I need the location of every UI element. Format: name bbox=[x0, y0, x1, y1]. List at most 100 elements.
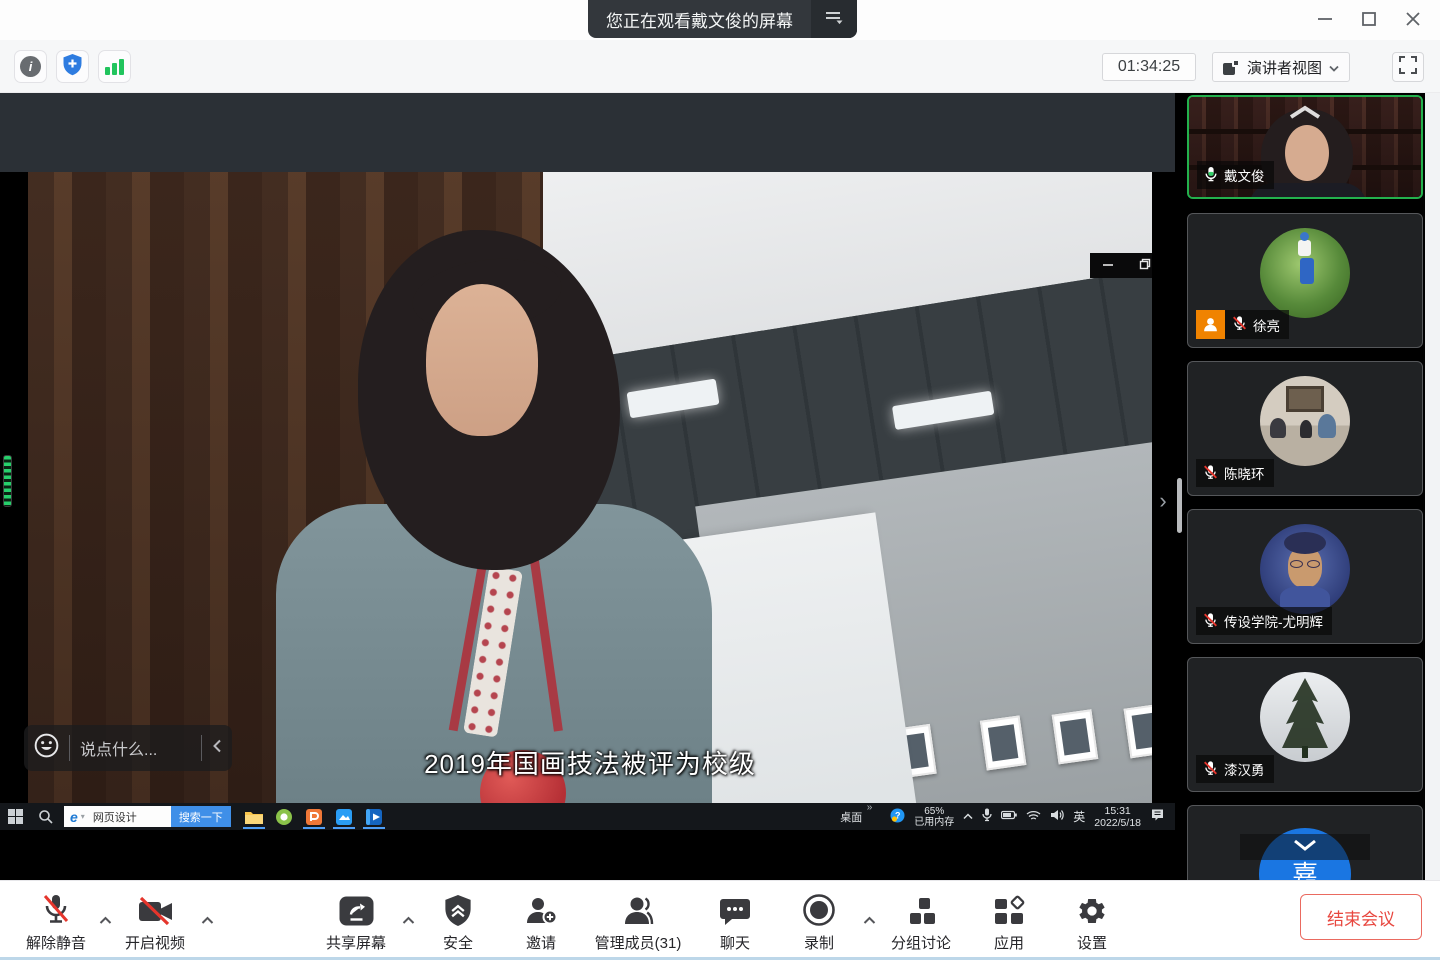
video-options-chevron[interactable] bbox=[199, 913, 215, 927]
chat-input[interactable]: 说点什么... bbox=[80, 736, 191, 760]
ie-icon: e bbox=[64, 809, 81, 825]
watching-banner: 您正在观看戴文俊的屏幕 bbox=[588, 0, 857, 38]
avatar bbox=[1260, 524, 1350, 614]
meeting-window: 您正在观看戴文俊的屏幕 i bbox=[0, 0, 1440, 960]
memory-usage: 65%已用内存 bbox=[914, 806, 954, 828]
tray-speaker-icon bbox=[1050, 809, 1064, 824]
camera-muted-icon bbox=[137, 891, 174, 927]
bottom-toolbar: 解除静音 开启视频 共享屏幕 安全 bbox=[0, 880, 1440, 957]
close-icon bbox=[1405, 11, 1421, 32]
breakout-rooms-button[interactable]: 分组讨论 bbox=[879, 891, 963, 953]
security-button[interactable]: 安全 bbox=[426, 891, 490, 953]
tray-battery-icon bbox=[1001, 810, 1017, 823]
participant-tile-qihanyong[interactable]: 漆汉勇 bbox=[1187, 657, 1423, 792]
divider bbox=[69, 735, 70, 761]
settings-button[interactable]: 设置 bbox=[1060, 891, 1124, 953]
window-minimize-button[interactable] bbox=[1310, 8, 1340, 34]
avatar bbox=[1260, 376, 1350, 466]
emoji-icon[interactable] bbox=[34, 733, 59, 763]
avatar bbox=[1260, 228, 1350, 318]
share-menu-icon bbox=[824, 8, 844, 30]
sidebar-scrollbar-thumb[interactable] bbox=[1177, 478, 1182, 533]
end-meeting-button[interactable]: 结束会议 bbox=[1300, 894, 1422, 940]
participant-name: 徐亮 bbox=[1253, 315, 1280, 335]
record-icon bbox=[802, 891, 836, 927]
view-mode-label: 演讲者视图 bbox=[1247, 57, 1322, 78]
participant-name: 戴文俊 bbox=[1224, 165, 1265, 185]
shield-plus-icon bbox=[62, 53, 83, 81]
chat-button[interactable]: 聊天 bbox=[703, 891, 767, 953]
participant-tile-partial[interactable]: 嘉 bbox=[1187, 805, 1423, 880]
network-signal-icon bbox=[105, 59, 124, 75]
invite-icon bbox=[524, 891, 558, 927]
top-toolbar: i 01:34:25 演讲者视图 bbox=[0, 40, 1440, 93]
browser-360-icon bbox=[269, 803, 299, 830]
taskbar-search-value: 网页设计 bbox=[85, 809, 171, 825]
minimize-icon bbox=[1317, 11, 1333, 32]
fullscreen-button[interactable] bbox=[1392, 52, 1424, 82]
divider bbox=[201, 735, 202, 761]
info-icon: i bbox=[20, 56, 41, 77]
unmute-button[interactable]: 解除静音 bbox=[15, 891, 97, 953]
participant-tile-chenxiaohuan[interactable]: 陈晓环 bbox=[1187, 361, 1423, 496]
tray-360-icon: ? bbox=[890, 808, 905, 826]
window-close-button[interactable] bbox=[1398, 8, 1428, 34]
chat-icon bbox=[719, 891, 751, 927]
chevron-left-icon[interactable] bbox=[212, 739, 222, 758]
taskbar-search-box: e ▾ 网页设计 搜索一下 bbox=[64, 806, 231, 827]
desktop-label: 桌面» bbox=[840, 809, 862, 825]
tray-chevron-up-icon bbox=[963, 811, 973, 823]
record-button[interactable]: 录制 bbox=[787, 891, 851, 953]
chevron-up-icon[interactable] bbox=[1288, 105, 1322, 125]
meeting-info-button[interactable]: i bbox=[14, 50, 47, 83]
shared-screen-video: 国 画 2019年国画技法被评为校级 bbox=[28, 172, 1152, 803]
taskbar-search-button: 搜索一下 bbox=[171, 806, 231, 827]
video-restore-icon bbox=[1139, 257, 1151, 275]
apps-icon bbox=[993, 891, 1025, 927]
title-bar: 您正在观看戴文俊的屏幕 bbox=[0, 0, 1440, 40]
view-mode-selector[interactable]: 演讲者视图 bbox=[1212, 52, 1350, 82]
fullscreen-icon bbox=[1399, 56, 1417, 79]
presenter-badge-icon bbox=[1196, 310, 1225, 339]
right-margin bbox=[1425, 93, 1440, 880]
share-screen-icon bbox=[338, 891, 375, 927]
apps-button[interactable]: 应用 bbox=[977, 891, 1041, 953]
avatar bbox=[1260, 672, 1350, 762]
tray-mic-icon bbox=[982, 808, 992, 825]
file-explorer-icon bbox=[239, 803, 269, 830]
participant-name: 传设学院-尤明辉 bbox=[1224, 611, 1323, 631]
mic-muted-icon bbox=[1232, 315, 1247, 334]
tray-clock: 15:312022/5/18 bbox=[1094, 805, 1141, 829]
manage-members-button[interactable]: 管理成员(31) bbox=[583, 891, 693, 953]
meeting-timer: 01:34:25 bbox=[1102, 53, 1196, 81]
scroll-more-band[interactable] bbox=[1240, 834, 1370, 860]
share-options-chevron[interactable] bbox=[400, 913, 416, 927]
system-tray: 桌面» ? 65%已用内存 bbox=[840, 805, 1175, 829]
sidebar-collapse-arrow[interactable]: › bbox=[1152, 488, 1174, 514]
start-button-icon bbox=[0, 803, 30, 830]
shared-screen-background bbox=[0, 93, 1175, 172]
network-quality-button[interactable] bbox=[98, 50, 131, 83]
tray-wifi-icon bbox=[1026, 810, 1041, 824]
share-menu-button[interactable] bbox=[811, 0, 857, 38]
participant-tile-daiwenjun[interactable]: 戴文俊 bbox=[1187, 95, 1423, 199]
window-maximize-button[interactable] bbox=[1354, 8, 1384, 34]
security-shield-button[interactable] bbox=[56, 50, 89, 83]
start-video-button[interactable]: 开启视频 bbox=[114, 891, 196, 953]
participant-tile-youminghui[interactable]: 传设学院-尤明辉 bbox=[1187, 509, 1423, 644]
participant-name: 陈晓环 bbox=[1224, 463, 1265, 483]
taskbar-search-icon bbox=[30, 803, 60, 830]
volume-level-meter bbox=[3, 455, 12, 507]
participant-tile-xuliang[interactable]: 徐亮 bbox=[1187, 213, 1423, 348]
video-minimize-icon bbox=[1102, 257, 1114, 275]
security-shield-icon bbox=[443, 891, 473, 927]
mic-options-chevron[interactable] bbox=[97, 913, 113, 927]
share-screen-button[interactable]: 共享屏幕 bbox=[314, 891, 398, 953]
record-options-chevron[interactable] bbox=[861, 913, 877, 927]
video-window-controls bbox=[1090, 253, 1152, 278]
main-area: 国 画 2019年国画技法被评为校级 bbox=[0, 93, 1425, 880]
invite-button[interactable]: 邀请 bbox=[509, 891, 573, 953]
mic-muted-icon bbox=[1203, 464, 1218, 483]
mic-muted-icon bbox=[40, 891, 72, 927]
layout-icon bbox=[1223, 59, 1240, 75]
